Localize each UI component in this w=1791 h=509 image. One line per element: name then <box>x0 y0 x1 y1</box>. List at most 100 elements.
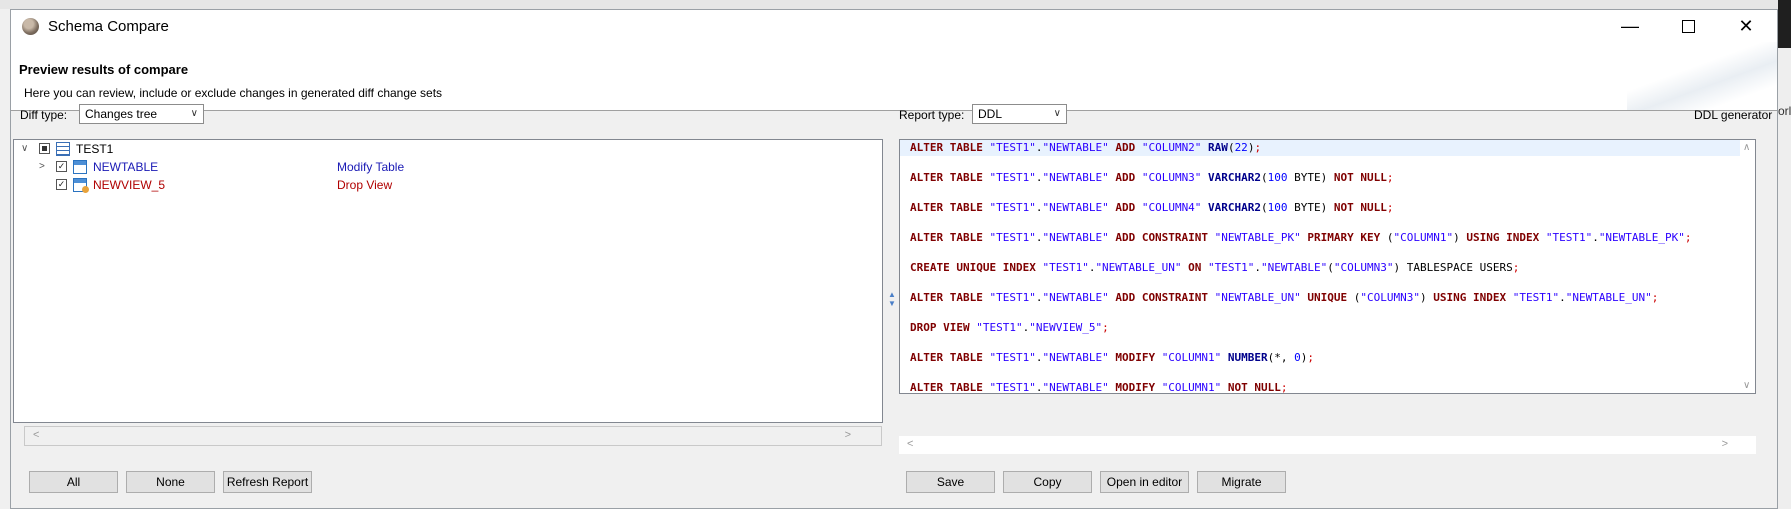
ddl-generator-label: DDL generator <box>1694 108 1773 122</box>
chevron-down-icon[interactable]: ∨ <box>1743 380 1750 391</box>
maximize-icon <box>1681 19 1695 33</box>
ddl-token: PRIMARY KEY <box>1300 231 1387 244</box>
chevron-right-icon[interactable]: > <box>39 158 45 176</box>
window-title: Schema Compare <box>48 18 169 35</box>
close-icon: ✕ <box>1738 15 1754 36</box>
ddl-horizontal-scrollbar[interactable]: < > <box>899 436 1756 454</box>
open-in-editor-button[interactable]: Open in editor <box>1100 471 1189 493</box>
ddl-token: "NEWTABLE_PK" <box>1214 231 1301 244</box>
ddl-statement-line: ALTER TABLE "TEST1"."NEWTABLE" ADD "COLU… <box>910 200 1394 216</box>
ddl-token: 100 <box>1267 171 1288 184</box>
select-none-button[interactable]: None <box>126 471 215 493</box>
ddl-token: "TEST1" <box>1512 291 1560 304</box>
ddl-statement-line: ALTER TABLE "TEST1"."NEWTABLE" ADD "COLU… <box>900 140 1742 156</box>
ddl-token: ; <box>1512 261 1520 274</box>
ddl-token: BYTE) <box>1287 171 1334 184</box>
ddl-token: VARCHAR2 <box>1201 171 1262 184</box>
chevron-left-icon[interactable]: < <box>33 429 39 441</box>
ddl-statement-line: ALTER TABLE "TEST1". "NEWTABLE" ADD CONST… <box>910 290 1658 306</box>
ddl-token: NOT NULL <box>1221 381 1281 394</box>
report-type-value: DDL <box>978 107 1003 121</box>
ddl-token: "NEWTABLE" <box>1042 171 1109 184</box>
ddl-token: ) TABLESPACE USERS <box>1393 261 1513 274</box>
tree-root-row[interactable]: ∨ TEST1 <box>14 140 882 158</box>
ddl-token: BYTE) <box>1287 201 1334 214</box>
chevron-up-icon[interactable]: ∧ <box>1743 142 1750 153</box>
close-button[interactable]: ✕ <box>1717 10 1775 42</box>
ddl-report-view[interactable]: ALTER TABLE "TEST1". "NEWTABLE" ADD "COLU… <box>899 139 1756 394</box>
ddl-token: . <box>1592 231 1599 244</box>
ddl-token: ) <box>1419 291 1434 304</box>
ddl-vertical-scrollbar[interactable]: ∧ ∨ <box>1740 140 1755 393</box>
header-description: Here you can review, include or exclude … <box>24 86 443 100</box>
diff-type-select[interactable]: Changes tree ∨ <box>79 104 204 124</box>
schema-icon <box>56 142 70 156</box>
splitter-handle[interactable]: ▲ ▼ <box>888 290 896 308</box>
report-type-select[interactable]: DDL ∨ <box>972 104 1067 124</box>
ddl-token: "TEST1" <box>976 321 1023 334</box>
select-all-button[interactable]: All <box>29 471 118 493</box>
tree-item-row[interactable]: ✓ NEWVIEW_5 Drop View <box>14 176 882 194</box>
ddl-token: ON <box>1181 261 1209 274</box>
ddl-token: "TEST1" <box>1545 231 1593 244</box>
ddl-token: USING INDEX <box>1466 231 1546 244</box>
ddl-token: "NEWTABLE" <box>1261 261 1328 274</box>
ddl-token: ; <box>1651 291 1659 304</box>
ddl-statement-line: CREATE UNIQUE INDEX "TEST1"."NEWTABLE_UN… <box>910 260 1519 276</box>
ddl-token: NUMBER <box>1221 351 1268 364</box>
ddl-token: "NEWTABLE" <box>1042 231 1109 244</box>
ddl-token: "TEST1" <box>989 291 1036 304</box>
chevron-left-icon[interactable]: < <box>907 438 913 450</box>
save-button[interactable]: Save <box>906 471 995 493</box>
tree-horizontal-scrollbar[interactable]: < > <box>24 426 882 446</box>
ddl-token: MODIFY <box>1108 381 1162 394</box>
ddl-token: "COLUMN3" <box>1141 171 1202 184</box>
ddl-statement-line: ALTER TABLE "TEST1"."NEWTABLE" MODIFY "C… <box>910 380 1288 394</box>
item-checkbox[interactable]: ✓ <box>56 161 67 172</box>
item-checkbox[interactable]: ✓ <box>56 179 67 190</box>
minimize-icon: — <box>1621 15 1639 36</box>
minimize-button[interactable]: — <box>1601 10 1659 42</box>
ddl-token: VARCHAR2 <box>1201 201 1262 214</box>
ddl-statement-line: ALTER TABLE "TEST1"."NEWTABLE" ADD "COLU… <box>910 170 1394 186</box>
ddl-token: "TEST1" <box>989 201 1036 214</box>
chevron-down-icon[interactable]: ∨ <box>21 140 28 158</box>
ddl-token: ALTER TABLE <box>910 291 990 304</box>
changes-tree[interactable]: ∨ TEST1 > ✓ NEWTABLE Modify Table ✓ NEWVIEW_5… <box>13 139 883 423</box>
app-logo-icon <box>22 18 39 35</box>
root-checkbox[interactable] <box>39 143 50 154</box>
ddl-token: "NEWTABLE_UN" <box>1214 291 1301 304</box>
refresh-report-button[interactable]: Refresh Report <box>223 471 312 493</box>
ddl-statement-line: ALTER TABLE "TEST1". "NEWTABLE" ADD CONST… <box>910 230 1692 246</box>
ddl-token: ALTER TABLE <box>910 171 990 184</box>
migrate-button[interactable]: Migrate <box>1197 471 1286 493</box>
ddl-token: NOT NULL <box>1333 171 1387 184</box>
ddl-token: ADD <box>1108 201 1142 214</box>
ddl-token: "NEWTABLE" <box>1042 381 1109 394</box>
ddl-token: "COLUMN1" <box>1161 381 1222 394</box>
ddl-token: ADD <box>1108 171 1142 184</box>
ddl-token: "NEWTABLE" <box>1042 291 1109 304</box>
tree-item-action: Modify Table <box>337 160 405 174</box>
chevron-right-icon[interactable]: > <box>845 429 851 441</box>
ddl-token: (*, <box>1267 351 1295 364</box>
wizard-header: Preview results of compare Here you can … <box>11 42 1777 111</box>
tree-item-row[interactable]: > ✓ NEWTABLE Modify Table <box>14 158 882 176</box>
header-title: Preview results of compare <box>19 62 189 77</box>
ddl-token: "TEST1" <box>989 351 1036 364</box>
report-type-label: Report type: <box>899 108 965 122</box>
ddl-token: "COLUMN2" <box>1141 141 1202 154</box>
maximize-button[interactable] <box>1659 10 1717 42</box>
ddl-token: ADD CONSTRAINT <box>1108 231 1215 244</box>
copy-button[interactable]: Copy <box>1003 471 1092 493</box>
chevron-right-icon[interactable]: > <box>1722 438 1728 450</box>
title-bar: Schema Compare — ✕ <box>11 10 1777 42</box>
ddl-token: UNIQUE <box>1300 291 1354 304</box>
ddl-token: ADD CONSTRAINT <box>1108 291 1215 304</box>
ddl-token: . <box>1559 291 1566 304</box>
ddl-token: "TEST1" <box>1208 261 1255 274</box>
chevron-down-icon: ∨ <box>1053 108 1061 119</box>
ddl-token: "TEST1" <box>989 141 1036 154</box>
tree-item-label: NEWTABLE <box>93 160 159 174</box>
ddl-token: ; <box>1386 171 1394 184</box>
